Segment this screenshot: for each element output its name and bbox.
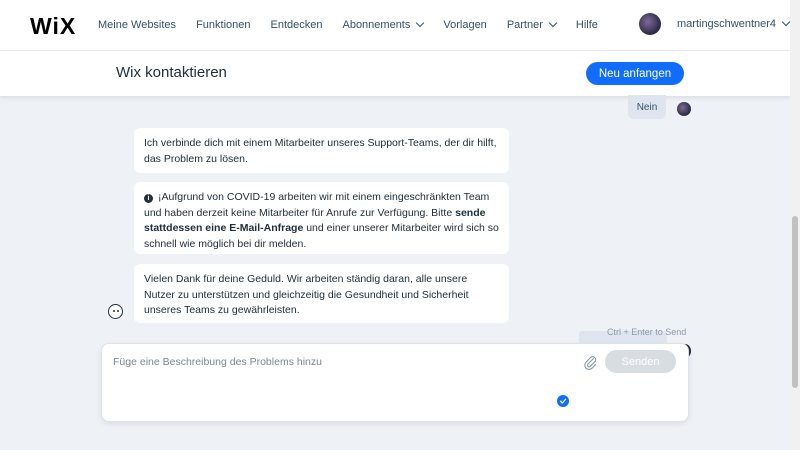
nav-item-label: Meine Websites [98,19,177,31]
send-button[interactable]: Senden [605,350,676,373]
scrollbar-thumb[interactable] [792,216,798,388]
contact-header: Wix kontaktieren Neu anfangen [0,50,790,96]
nav-item-label: Funktionen [196,19,251,31]
bot-message-covid-notice: i ¡Aufgrund von COVID-19 arbeiten wir mit… [134,182,509,254]
username: martingschwentner4 [677,18,777,30]
bot-message: Vielen Dank für deine Geduld. Wir arbeit… [134,264,509,323]
nav-item-label: Partner [506,19,543,31]
message-text: ¡Aufgrund von COVID-19 arbeiten wir mit … [144,191,490,219]
bot-message: Ich verbinde dich mit einem Mitarbeiter … [134,128,509,173]
user-reply-bubble: Nein [628,95,666,119]
scrollbar[interactable] [790,0,800,450]
nav-item-entdecken[interactable]: Entdecken [271,19,323,31]
paperclip-icon[interactable] [582,354,598,370]
chevron-down-icon [548,18,558,28]
send-shortcut-hint: Ctrl + Enter to Send [607,327,687,337]
wix-logo[interactable]: WiX [30,13,76,40]
nav-item-partner[interactable]: Partner [506,18,558,31]
message-composer: Senden [101,343,689,422]
nav-item-hilfe[interactable]: Hilfe [576,19,598,31]
page-title: Wix kontaktieren [116,64,227,81]
nav-item-abonnements[interactable]: Abonnements [342,18,425,31]
avatar[interactable] [639,13,661,35]
checkmark-icon [557,395,569,407]
chevron-down-icon [416,18,425,28]
user-menu[interactable]: martingschwentner4 [639,13,791,35]
nav-item-vorlagen[interactable]: Vorlagen [443,19,486,31]
nav-item-funktionen[interactable]: Funktionen [196,19,250,31]
nav-item-meine-websites[interactable]: Meine Websites [98,19,176,31]
nav-item-label: Entdecken [270,19,323,31]
problem-description-input[interactable] [113,354,553,370]
nav-item-label: Vorlagen [443,19,487,31]
nav-item-label: Hilfe [575,19,598,31]
nav-item-label: Abonnements [342,19,411,31]
info-icon: i [144,194,153,203]
message-text: Vielen Dank für deine Geduld. Wir arbeit… [144,273,469,316]
start-over-button[interactable]: Neu anfangen [586,62,684,85]
user-avatar [677,102,691,116]
nav-menu: Meine Websites Funktionen Entdecken Abon… [98,0,618,50]
message-text: Ich verbinde dich mit einem Mitarbeiter … [144,137,497,165]
bot-avatar-icon [108,304,123,319]
top-navigation: WiX Meine Websites Funktionen Entdecken … [0,0,791,50]
